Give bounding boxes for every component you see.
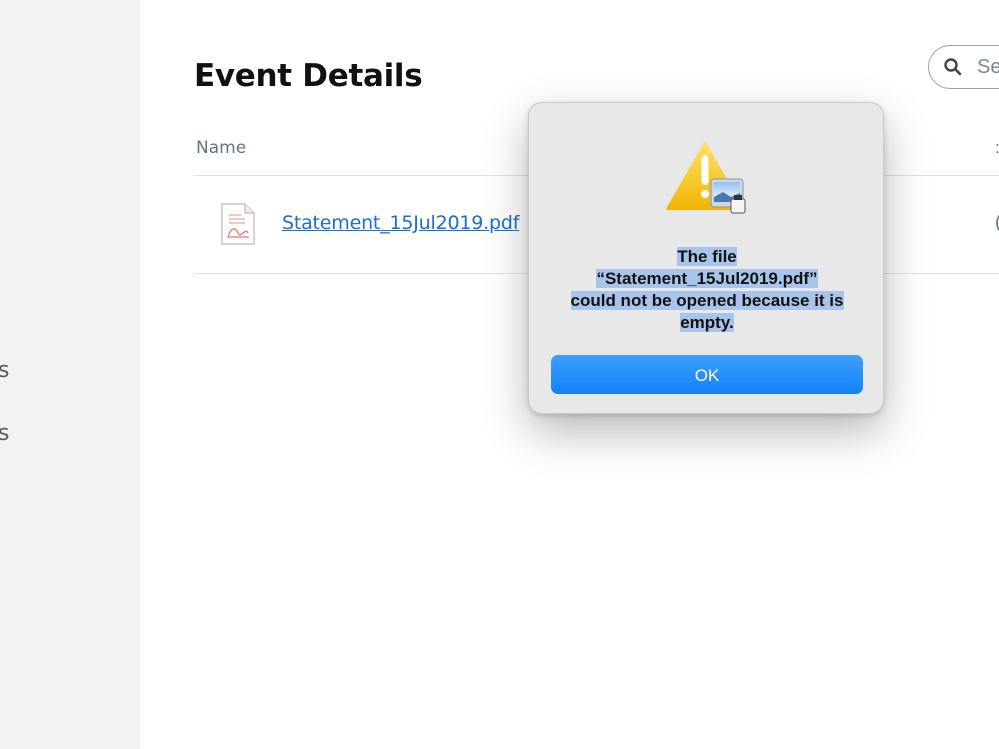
page-title: Event Details xyxy=(194,58,423,94)
sidebar-item[interactable]: s xyxy=(0,421,9,446)
search-icon xyxy=(944,58,962,76)
dialog-message-line: empty. xyxy=(680,313,734,332)
column-header-name[interactable]: Name xyxy=(196,138,246,158)
pdf-file-icon xyxy=(221,203,255,245)
dialog-message-line: “Statement_15Jul2019.pdf” xyxy=(596,269,818,288)
sidebar-item[interactable]: s xyxy=(0,358,9,383)
dialog-message: The file “Statement_15Jul2019.pdf” could… xyxy=(551,246,863,334)
file-link[interactable]: Statement_15Jul2019.pdf xyxy=(282,212,519,234)
search-placeholder: Se xyxy=(977,56,999,78)
sidebar: s s xyxy=(0,0,140,749)
ok-button[interactable]: OK xyxy=(551,355,863,394)
dialog-message-line: The file xyxy=(677,247,737,266)
warning-icon xyxy=(665,137,746,214)
row-value: ( xyxy=(995,212,999,234)
alert-dialog: The file “Statement_15Jul2019.pdf” could… xyxy=(528,102,884,414)
app-window: s s Event Details Se Name : Stat xyxy=(0,0,999,749)
search-input[interactable]: Se xyxy=(928,45,999,89)
column-header-size: : xyxy=(995,138,999,158)
dialog-message-line: could not be opened because it is xyxy=(570,291,844,310)
